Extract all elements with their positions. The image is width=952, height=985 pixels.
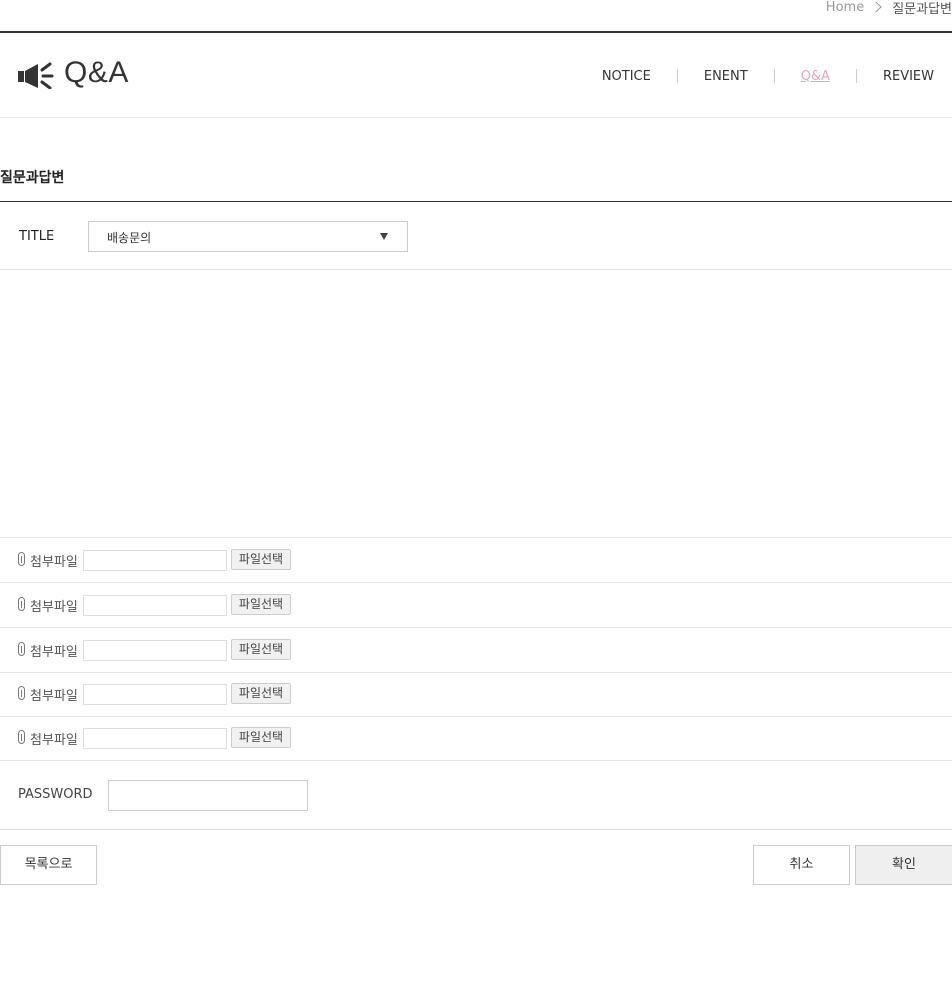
attachment-label: 첨부파일 — [30, 645, 78, 660]
section-title: 질문과답변 — [0, 170, 65, 186]
attachment-row: 첨부파일 파일선택 — [0, 628, 952, 673]
breadcrumb: Home 질문과답변 — [826, 0, 952, 17]
paperclip-icon — [18, 642, 25, 656]
file-select-button[interactable]: 파일선택 — [231, 594, 291, 615]
megaphone-icon — [18, 62, 54, 89]
attachment-filename-field[interactable] — [83, 684, 227, 705]
nav-divider — [855, 69, 857, 83]
nav-item-qna[interactable]: Q&A — [801, 69, 830, 84]
file-select-button[interactable]: 파일선택 — [231, 727, 291, 748]
chevron-right-icon — [870, 1, 882, 13]
confirm-button[interactable]: 확인 — [855, 845, 952, 885]
attachment-row: 첨부파일 파일선택 — [0, 583, 952, 628]
attachment-label: 첨부파일 — [30, 733, 78, 748]
attachment-filename-field[interactable] — [83, 728, 227, 749]
back-to-list-button[interactable]: 목록으로 — [0, 845, 97, 885]
cancel-button[interactable]: 취소 — [753, 845, 850, 885]
attachment-filename-field[interactable] — [83, 595, 227, 616]
title-select[interactable]: 배송문의 — [88, 221, 408, 252]
breadcrumb-home-link[interactable]: Home — [826, 0, 864, 15]
attachment-label: 첨부파일 — [30, 689, 78, 704]
title-select-value: 배송문의 — [107, 231, 152, 245]
dropdown-arrow-icon — [380, 233, 388, 240]
attachment-label: 첨부파일 — [30, 555, 78, 570]
file-select-button[interactable]: 파일선택 — [231, 549, 291, 570]
attachment-label: 첨부파일 — [30, 600, 78, 615]
password-label: PASSWORD — [18, 787, 93, 802]
nav-item-event[interactable]: ENENT — [704, 69, 748, 84]
content-textarea[interactable] — [0, 270, 952, 541]
paperclip-icon — [18, 686, 25, 700]
page-title: Q&A — [64, 56, 129, 89]
attachment-row: 첨부파일 파일선택 — [0, 538, 952, 583]
nav-item-review[interactable]: REVIEW — [883, 69, 934, 84]
password-field[interactable] — [108, 780, 308, 811]
paperclip-icon — [18, 552, 25, 566]
nav-item-notice[interactable]: NOTICE — [602, 69, 651, 84]
paperclip-icon — [18, 730, 25, 744]
section-divider — [0, 201, 952, 202]
attachment-row: 첨부파일 파일선택 — [0, 716, 952, 761]
nav-divider — [773, 69, 775, 83]
breadcrumb-current: 질문과답변 — [892, 1, 952, 17]
attachment-filename-field[interactable] — [83, 550, 227, 571]
file-select-button[interactable]: 파일선택 — [231, 683, 291, 704]
nav-divider — [676, 69, 678, 83]
file-select-button[interactable]: 파일선택 — [231, 639, 291, 660]
password-divider — [0, 829, 952, 830]
title-label: TITLE — [19, 229, 55, 244]
top-divider — [0, 31, 952, 33]
board-nav: NOTICE ENENT Q&A REVIEW — [602, 66, 934, 86]
attachment-filename-field[interactable] — [83, 640, 227, 661]
attachment-row: 첨부파일 파일선택 — [0, 672, 952, 717]
header-divider — [0, 117, 952, 118]
paperclip-icon — [18, 597, 25, 611]
